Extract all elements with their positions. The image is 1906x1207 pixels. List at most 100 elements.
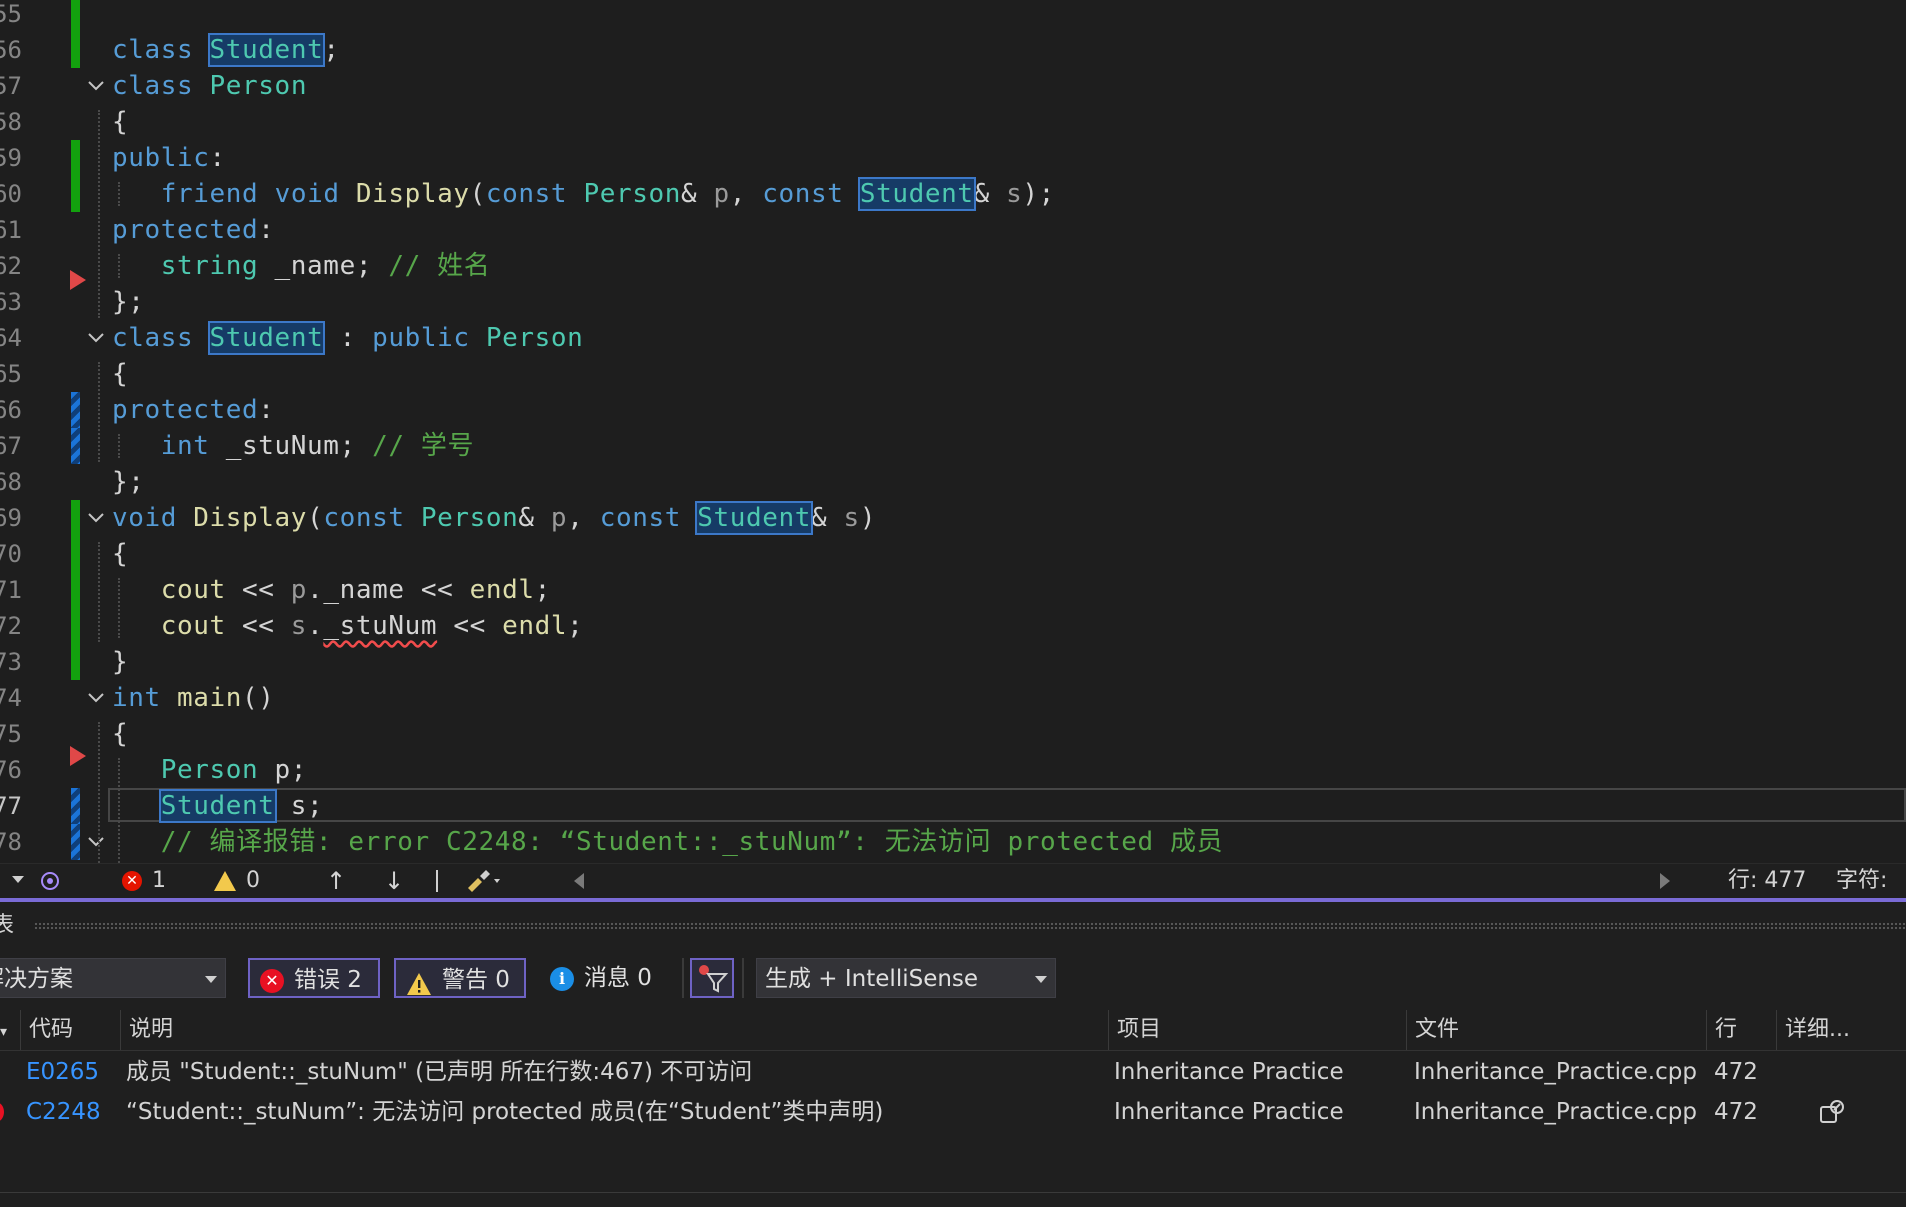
error-line: 472 <box>1714 1059 1758 1085</box>
scroll-right-icon[interactable] <box>1660 873 1670 889</box>
code-line[interactable]: 66 protected: <box>0 392 1906 428</box>
warnings-filter-button[interactable]: 警告 0 <box>394 958 526 998</box>
indent-guide <box>118 254 120 278</box>
column-header-type[interactable]: ▾ <box>0 1010 20 1050</box>
warning-icon <box>214 871 236 891</box>
error-list-toolbar: 解决方案 ✕ 错误 2 警告 0 i 消息 0 生成 + IntelliSense <box>0 956 1906 1002</box>
details-popout-icon[interactable] <box>1818 1098 1848 1139</box>
messages-filter-button[interactable]: i 消息 0 <box>550 958 670 998</box>
indent-guide <box>98 362 100 462</box>
highlighted-symbol[interactable]: Student <box>207 321 326 355</box>
column-header-details[interactable]: 详细... <box>1776 1010 1876 1050</box>
code-line[interactable]: 57 class Person <box>0 68 1906 104</box>
change-marker <box>71 0 80 32</box>
panel-title: 表 <box>0 913 15 938</box>
line-number: 61 <box>0 216 22 244</box>
breakpoint-arrow-icon[interactable] <box>70 746 86 766</box>
code-line[interactable]: 55 <box>0 0 1906 32</box>
previous-issue-arrow-icon[interactable]: ↑ <box>326 864 346 898</box>
change-marker <box>71 140 80 176</box>
code-line[interactable]: 60 friend void Display(const Person& p, … <box>0 176 1906 212</box>
code-line[interactable]: 75 { <box>0 716 1906 752</box>
source-dropdown[interactable]: 生成 + IntelliSense <box>756 958 1056 998</box>
column-header-code[interactable]: 代码 <box>20 1010 120 1050</box>
highlighted-symbol[interactable]: Student <box>207 33 326 67</box>
breakpoint-arrow-icon[interactable] <box>70 270 86 290</box>
error-squiggle[interactable]: _stuNum <box>323 611 437 641</box>
code-text: { <box>112 359 129 389</box>
line-number: 65 <box>0 360 22 388</box>
change-marker <box>71 32 80 68</box>
column-header-project[interactable]: 项目 <box>1108 1010 1406 1050</box>
code-line-active[interactable]: 77 Student s; <box>0 788 1906 824</box>
next-issue-arrow-icon[interactable]: ↓ <box>384 864 404 898</box>
code-cleanup-brush-icon[interactable] <box>464 864 504 898</box>
error-line: 472 <box>1714 1099 1758 1125</box>
code-line[interactable]: 67 int _stuNum; // 学号 <box>0 428 1906 464</box>
warning-count[interactable]: 0 <box>214 864 260 898</box>
code-line[interactable]: 64 class Student : public Person <box>0 320 1906 356</box>
warning-icon <box>406 969 432 995</box>
code-line[interactable]: 69 void Display(const Person& p, const S… <box>0 500 1906 536</box>
code-line[interactable]: 73 } <box>0 644 1906 680</box>
build-error-icon <box>0 1102 4 1122</box>
scope-dropdown[interactable]: 解决方案 <box>0 958 226 998</box>
code-line[interactable]: 59 public: <box>0 140 1906 176</box>
indent-guide <box>118 578 120 638</box>
comment-text: // 编译报错: error C2248: “Student::_stuNum”… <box>160 827 1224 857</box>
code-line[interactable]: 74 int main() <box>0 680 1906 716</box>
code-line[interactable]: 62 string _name; // 姓名 <box>0 248 1906 284</box>
column-header-description[interactable]: 说明 <box>120 1010 1108 1050</box>
code-text: string _name; // 姓名 <box>160 251 491 281</box>
change-marker <box>71 392 80 428</box>
code-line[interactable]: 76 Person p; <box>0 746 1906 788</box>
line-number: 62 <box>0 252 22 280</box>
indent-guide <box>118 182 120 206</box>
code-text: Student s; <box>158 789 324 823</box>
highlighted-symbol[interactable]: Student <box>857 177 976 211</box>
copilot-icon[interactable] <box>38 864 62 898</box>
code-text: { <box>112 107 129 137</box>
code-editor[interactable]: 55 56 class Student; 57 class Person 58 … <box>0 0 1906 863</box>
current-line-highlight <box>108 788 1906 822</box>
drag-grip[interactable] <box>34 922 1906 930</box>
highlighted-symbol[interactable]: Student <box>158 789 277 823</box>
collapse-chevron-icon[interactable] <box>86 328 106 348</box>
zoom-dropdown-icon[interactable] <box>12 876 24 883</box>
column-header-line[interactable]: 行 <box>1706 1010 1776 1050</box>
collapse-chevron-icon[interactable] <box>86 76 106 96</box>
char-indicator[interactable]: 字符: 2 <box>1836 864 1906 927</box>
scroll-left-icon[interactable] <box>574 873 584 889</box>
code-text: int main() <box>112 683 275 713</box>
line-number: 66 <box>0 396 22 424</box>
collapse-chevron-icon[interactable] <box>86 688 106 708</box>
table-row[interactable]: ⁝ E0265 成员 "Student::_stuNum" (已声明 所在行数:… <box>0 1052 1906 1092</box>
column-header-file[interactable]: 文件 <box>1406 1010 1706 1050</box>
change-marker <box>71 572 80 608</box>
code-line[interactable]: 71 cout << p._name << endl; <box>0 572 1906 608</box>
panel-title-bar[interactable]: 表 <box>0 908 1906 944</box>
code-line[interactable]: 63 }; <box>0 270 1906 320</box>
collapse-chevron-icon[interactable] <box>86 832 106 852</box>
code-line[interactable]: 58 { <box>0 104 1906 140</box>
collapse-chevron-icon[interactable] <box>86 508 106 528</box>
build-filter-button[interactable] <box>690 958 734 998</box>
error-code-link[interactable]: E0265 <box>26 1052 99 1092</box>
highlighted-symbol[interactable]: Student <box>695 501 814 535</box>
code-line[interactable]: 72 cout << s._stuNum << endl; <box>0 608 1906 644</box>
code-line[interactable]: 61 protected: <box>0 212 1906 248</box>
errors-filter-button[interactable]: ✕ 错误 2 <box>248 958 380 998</box>
error-count[interactable]: ✕ 1 <box>122 864 166 898</box>
code-line[interactable]: 78 // 编译报错: error C2248: “Student::_stuN… <box>0 824 1906 860</box>
table-row[interactable]: C2248 “Student::_stuNum”: 无法访问 protected… <box>0 1092 1906 1132</box>
code-text: }; <box>112 467 145 497</box>
code-line[interactable]: 68 }; <box>0 464 1906 500</box>
code-line[interactable]: 70 { <box>0 536 1906 572</box>
code-text: Person p; <box>160 755 308 785</box>
error-code-link[interactable]: C2248 <box>26 1092 101 1132</box>
output-tab-strip <box>0 1192 1906 1207</box>
line-indicator[interactable]: 行: 477 <box>1728 864 1806 898</box>
code-line[interactable]: 65 { <box>0 356 1906 392</box>
code-line[interactable]: 56 class Student; <box>0 32 1906 68</box>
scope-value: 解决方案 <box>0 966 73 992</box>
